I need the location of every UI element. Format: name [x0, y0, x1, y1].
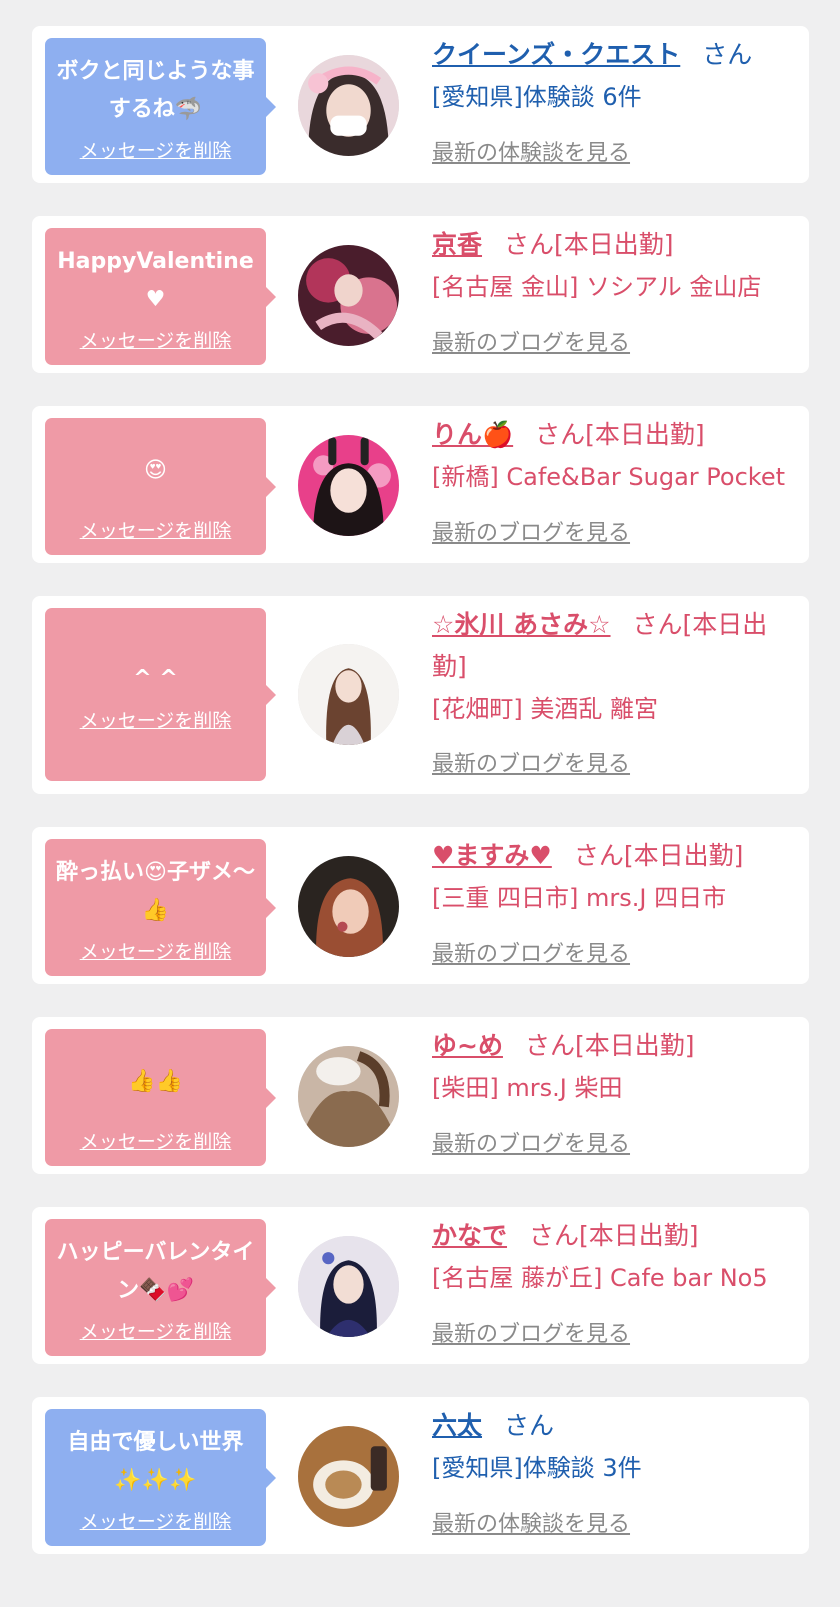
member-suffix: さん [702, 40, 753, 69]
message-text: ハッピーバレンタイン🍫💕 [56, 1239, 255, 1303]
message-card: ハッピーバレンタイン🍫💕 メッセージを削除 かなで さん[本日出勤] [名古屋 藤… [32, 1207, 809, 1364]
shop-info: [三重 四日市] mrs.J 四日市 [432, 884, 727, 912]
avatar[interactable] [298, 1236, 399, 1337]
latest-blog-link[interactable]: 最新のブログを見る [432, 936, 630, 968]
avatar[interactable] [298, 1426, 399, 1527]
latest-blog-link[interactable]: 最新のブログを見る [432, 325, 630, 357]
delete-message-link[interactable]: メッセージを削除 [45, 326, 266, 353]
profile-photo-icon [298, 435, 399, 536]
latest-blog-link[interactable]: 最新のブログを見る [432, 1316, 630, 1348]
shop-info: [柴田] mrs.J 柴田 [432, 1074, 623, 1102]
message-bubble: 👍👍 メッセージを削除 [45, 1029, 276, 1166]
message-text: 酔っ払い😍子ザメ〜👍 [56, 859, 255, 923]
member-suffix: さん[本日出勤] [529, 1221, 699, 1250]
message-card: 自由で優しい世界✨✨✨ メッセージを削除 六太 さん [愛知県]体験談 3件 最新… [32, 1397, 809, 1554]
member-name-link[interactable]: クイーンズ・クエスト [432, 40, 680, 69]
delete-message-link[interactable]: メッセージを削除 [45, 1317, 266, 1344]
message-bubble: 自由で優しい世界✨✨✨ メッセージを削除 [45, 1409, 276, 1546]
shop-info: [名古屋 藤が丘] Cafe bar No5 [432, 1264, 768, 1292]
avatar[interactable] [298, 644, 399, 745]
delete-message-link[interactable]: メッセージを削除 [45, 1507, 266, 1534]
member-name-link[interactable]: かなで [432, 1221, 507, 1250]
message-card: 酔っ払い😍子ザメ〜👍 メッセージを削除 ♥ますみ♥ さん[本日出勤] [三重 四日… [32, 827, 809, 984]
profile-photo-icon [298, 1426, 399, 1527]
delete-message-link[interactable]: メッセージを削除 [45, 937, 266, 964]
avatar[interactable] [298, 1046, 399, 1147]
message-bubble: 😍 メッセージを削除 [45, 418, 276, 555]
member-info: かなで さん[本日出勤] [名古屋 藤が丘] Cafe bar No5 [432, 1215, 791, 1299]
profile-photo-icon [298, 644, 399, 745]
shop-info: [花畑町] 美酒乱 離宮 [432, 695, 658, 723]
message-card: 👍👍 メッセージを削除 ゆ~め さん[本日出勤] [柴田] mrs.J 柴田 最新… [32, 1017, 809, 1174]
member-info: ゆ~め さん[本日出勤] [柴田] mrs.J 柴田 [432, 1025, 791, 1109]
message-text: 😍 [144, 457, 167, 483]
message-text: 👍👍 [128, 1068, 183, 1094]
member-name-link[interactable]: ゆ~め [432, 1031, 503, 1060]
message-text: ボクと同じような事するね🦈 [56, 58, 255, 122]
member-info: クイーンズ・クエスト さん [愛知県]体験談 6件 [432, 34, 791, 118]
message-bubble: HappyValentine ♥ メッセージを削除 [45, 228, 276, 365]
message-list: ボクと同じような事するね🦈 メッセージを削除 クイーンズ・クエスト さん [愛知県… [0, 0, 840, 1554]
message-card: ボクと同じような事するね🦈 メッセージを削除 クイーンズ・クエスト さん [愛知県… [32, 26, 809, 183]
shop-info: [愛知県]体験談 6件 [432, 83, 642, 111]
delete-message-link[interactable]: メッセージを削除 [45, 516, 266, 543]
latest-blog-link[interactable]: 最新のブログを見る [432, 515, 630, 547]
message-text: 自由で優しい世界✨✨✨ [67, 1429, 244, 1493]
message-bubble: ^ ^ メッセージを削除 [45, 608, 276, 781]
member-name-link[interactable]: ☆氷川 あさみ☆ [432, 610, 611, 639]
latest-review-link[interactable]: 最新の体験談を見る [432, 1506, 630, 1538]
member-info: 六太 さん [愛知県]体験談 3件 [432, 1405, 791, 1489]
avatar[interactable] [298, 856, 399, 957]
profile-photo-icon [298, 1046, 399, 1147]
profile-photo-icon [298, 245, 399, 346]
message-card: HappyValentine ♥ メッセージを削除 京香 さん[本日出勤] [名古… [32, 216, 809, 373]
avatar[interactable] [298, 245, 399, 346]
latest-review-link[interactable]: 最新の体験談を見る [432, 135, 630, 167]
member-suffix: さん [504, 1411, 555, 1440]
member-suffix: さん[本日出勤] [535, 420, 705, 449]
member-name-link[interactable]: りん🍎 [432, 420, 513, 449]
avatar[interactable] [298, 435, 399, 536]
member-suffix: さん[本日出勤] [524, 1031, 695, 1060]
shop-info: [愛知県]体験談 3件 [432, 1454, 642, 1482]
message-text: HappyValentine ♥ [57, 248, 254, 312]
member-info: りん🍎 さん[本日出勤] [新橋] Cafe&Bar Sugar Pocket [432, 414, 791, 498]
member-name-link[interactable]: 六太 [432, 1411, 482, 1440]
avatar[interactable] [298, 55, 399, 156]
message-bubble: 酔っ払い😍子ザメ〜👍 メッセージを削除 [45, 839, 276, 976]
shop-info: [新橋] Cafe&Bar Sugar Pocket [432, 463, 786, 491]
message-bubble: ボクと同じような事するね🦈 メッセージを削除 [45, 38, 276, 175]
shop-info: [名古屋 金山] ソシアル 金山店 [432, 273, 762, 301]
member-info: ☆氷川 あさみ☆ さん[本日出勤] [花畑町] 美酒乱 離宮 [432, 604, 791, 730]
member-name-link[interactable]: 京香 [432, 230, 482, 259]
member-info: 京香 さん[本日出勤] [名古屋 金山] ソシアル 金山店 [432, 224, 791, 308]
profile-photo-icon [298, 55, 399, 156]
member-name-link[interactable]: ♥ますみ♥ [432, 841, 552, 870]
profile-photo-icon [298, 1236, 399, 1337]
member-info: ♥ますみ♥ さん[本日出勤] [三重 四日市] mrs.J 四日市 [432, 835, 791, 919]
member-suffix: さん[本日出勤] [504, 230, 674, 259]
profile-photo-icon [298, 856, 399, 957]
latest-blog-link[interactable]: 最新のブログを見る [432, 746, 630, 778]
message-card: 😍 メッセージを削除 りん🍎 さん[本日出勤] [新橋] Cafe&Bar Sug… [32, 406, 809, 563]
delete-message-link[interactable]: メッセージを削除 [45, 1127, 266, 1154]
member-suffix: さん[本日出勤] [573, 841, 744, 870]
delete-message-link[interactable]: メッセージを削除 [45, 706, 266, 733]
message-bubble: ハッピーバレンタイン🍫💕 メッセージを削除 [45, 1219, 276, 1356]
latest-blog-link[interactable]: 最新のブログを見る [432, 1126, 630, 1158]
message-card: ^ ^ メッセージを削除 ☆氷川 あさみ☆ さん[本日出勤] [花畑町] 美酒乱 … [32, 596, 809, 794]
delete-message-link[interactable]: メッセージを削除 [45, 136, 266, 163]
